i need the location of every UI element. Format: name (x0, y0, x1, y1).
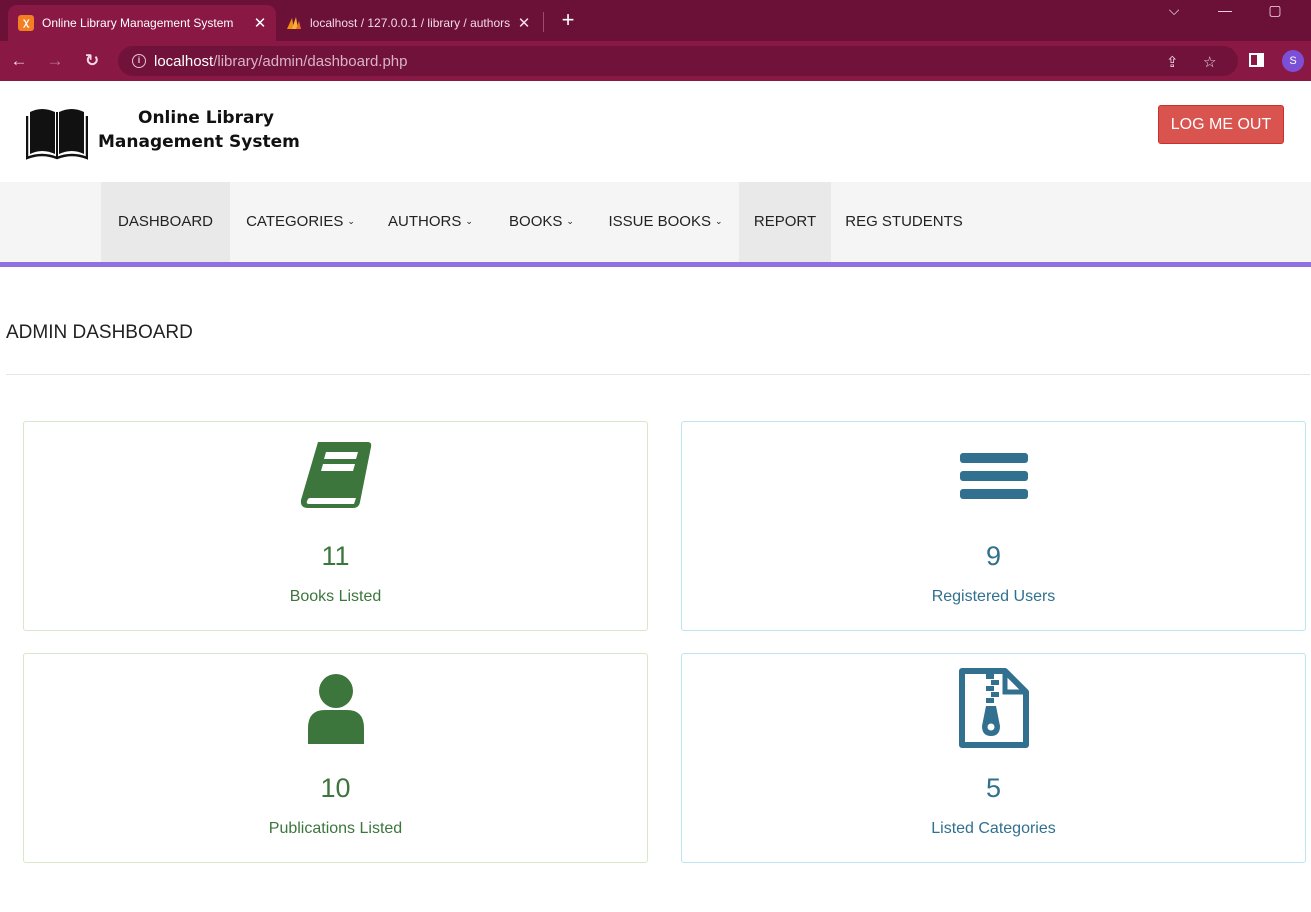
book-icon (24, 440, 647, 512)
maximize-button[interactable]: ▢ (1255, 0, 1295, 22)
browser-toolbar: ← → ↻ i localhost/library/admin/dashboar… (0, 41, 1311, 81)
stat-label: Registered Users (931, 588, 1056, 605)
profile-avatar[interactable]: S (1282, 50, 1304, 72)
stat-card-users[interactable]: 9 Registered Users (681, 421, 1306, 631)
address-bar[interactable]: i localhost/library/admin/dashboard.php (118, 46, 1238, 76)
site-info-icon[interactable]: i (132, 54, 146, 68)
minimize-button[interactable]: — (1205, 0, 1245, 22)
xampp-icon: ꭓ (18, 15, 34, 31)
tab-search-icon[interactable]: ⌵ (1154, 0, 1194, 22)
back-arrow-icon[interactable]: ← (7, 49, 31, 73)
close-icon[interactable]: ✕ (250, 14, 270, 32)
divider (6, 374, 1310, 375)
nav-accent-line (0, 262, 1311, 267)
chevron-down-icon: ⌄ (715, 216, 723, 226)
page-title: ADMIN DASHBOARD (6, 322, 193, 343)
stat-label: Listed Categories (931, 820, 1056, 837)
file-archive-icon (682, 668, 1305, 748)
stat-card-categories[interactable]: 5 Listed Categories (681, 653, 1306, 863)
url-host: localhost (154, 52, 214, 70)
stat-label: Books Listed (289, 588, 382, 605)
brand-line-1: Online Library (138, 108, 274, 128)
reload-icon[interactable]: ↻ (80, 49, 104, 73)
browser-tab-strip: ꭓ Online Library Management System ✕ loc… (0, 0, 1311, 41)
nav-item-label: REPORT (753, 213, 817, 230)
url-path: /library/admin/dashboard.php (213, 52, 408, 70)
bars-icon (682, 440, 1305, 512)
side-panel-icon[interactable] (1249, 53, 1264, 67)
brand-line-2: Management System (98, 132, 300, 152)
chevron-down-icon: ⌄ (347, 216, 355, 226)
nav-item-dashboard[interactable]: DASHBOARD (101, 182, 230, 262)
forward-arrow-icon[interactable]: → (43, 49, 67, 73)
tab-divider (543, 12, 544, 32)
nav-item-label: CATEGORIES (246, 213, 344, 230)
phpmyadmin-icon (286, 15, 302, 31)
stat-label: Publications Listed (268, 820, 403, 837)
open-book-logo-icon[interactable] (25, 104, 89, 165)
brand-title[interactable]: Online Library Management System (98, 106, 300, 154)
stat-value: 11 (321, 541, 350, 571)
new-tab-button[interactable]: + (556, 6, 580, 34)
close-icon[interactable]: ✕ (514, 14, 534, 32)
browser-tab[interactable]: localhost / 127.0.0.1 / library / author… (278, 5, 540, 41)
nav-item-label: ISSUE BOOKS (608, 213, 711, 230)
browser-tab-active[interactable]: ꭓ Online Library Management System ✕ (8, 5, 276, 41)
chevron-down-icon: ⌄ (465, 216, 473, 226)
nav-item-label: DASHBOARD (117, 213, 214, 230)
chevron-down-icon: ⌄ (566, 216, 574, 226)
nav-item-authors[interactable]: AUTHORS ⌄ (373, 182, 488, 262)
nav-item-categories[interactable]: CATEGORIES ⌄ (232, 182, 369, 262)
tab-title: localhost / 127.0.0.1 / library / author… (310, 16, 511, 30)
bookmark-star-icon[interactable]: ☆ (1203, 53, 1216, 71)
nav-item-issue-books[interactable]: ISSUE BOOKS ⌄ (594, 182, 737, 262)
stat-card-books[interactable]: 11 Books Listed (23, 421, 648, 631)
share-icon[interactable]: ⇪ (1166, 53, 1179, 71)
stat-value: 10 (320, 773, 351, 803)
nav-item-label: AUTHORS (388, 213, 462, 230)
stat-value: 5 (985, 773, 1002, 803)
stat-card-publications[interactable]: 10 Publications Listed (23, 653, 648, 863)
nav-item-label: BOOKS (509, 213, 563, 230)
nav-item-books[interactable]: BOOKS ⌄ (493, 182, 590, 262)
stat-value: 9 (985, 541, 1002, 571)
nav-item-reg-students[interactable]: REG STUDENTS (833, 182, 975, 262)
nav-item-report[interactable]: REPORT (739, 182, 831, 262)
user-icon (24, 672, 647, 744)
nav-item-label: REG STUDENTS (845, 213, 963, 230)
tab-title: Online Library Management System (42, 16, 234, 30)
logout-button[interactable]: LOG ME OUT (1158, 105, 1284, 144)
